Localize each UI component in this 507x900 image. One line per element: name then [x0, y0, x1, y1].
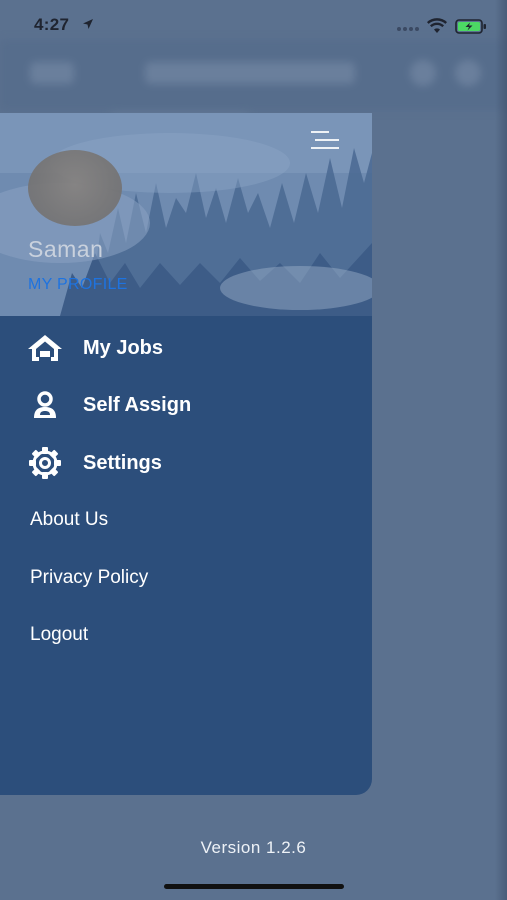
menu-item-my-jobs[interactable]: My Jobs	[0, 323, 372, 373]
battery-charging-icon	[455, 19, 486, 34]
menu-item-label: About Us	[30, 509, 109, 530]
drawer-header: Saman MY PROFILE	[0, 113, 372, 316]
app-version: Version 1.2.6	[200, 838, 307, 857]
status-bar: 4:27	[0, 0, 507, 52]
menu-item-label: Settings	[83, 451, 162, 474]
menu-item-privacy-policy[interactable]: Privacy Policy	[0, 553, 372, 603]
menu-item-label: Self Assign	[83, 393, 192, 416]
menu-item-settings[interactable]: Settings	[0, 438, 372, 488]
menu-item-label: Logout	[30, 624, 89, 645]
user-name: Saman	[28, 236, 104, 262]
wifi-icon	[427, 18, 447, 33]
home-indicator[interactable]	[164, 884, 344, 889]
status-time: 4:27	[34, 15, 70, 34]
cellular-signal-icon	[397, 27, 421, 33]
background-shadow	[495, 0, 507, 900]
navigation-drawer: Saman MY PROFILE My Jobs Self Assign Set…	[0, 113, 372, 795]
user-icon	[26, 388, 64, 422]
menu-item-about-us[interactable]: About Us	[0, 495, 372, 545]
gear-icon	[26, 446, 64, 480]
location-arrow-icon	[83, 19, 93, 29]
avatar[interactable]	[28, 150, 122, 226]
menu-item-self-assign[interactable]: Self Assign	[0, 380, 372, 430]
my-profile-link[interactable]: MY PROFILE	[28, 276, 128, 294]
menu-toggle-icon[interactable]	[309, 129, 341, 151]
menu-item-label: My Jobs	[83, 336, 164, 359]
home-icon	[26, 331, 64, 365]
menu-item-logout[interactable]: Logout	[0, 610, 372, 660]
menu-item-label: Privacy Policy	[30, 567, 149, 588]
